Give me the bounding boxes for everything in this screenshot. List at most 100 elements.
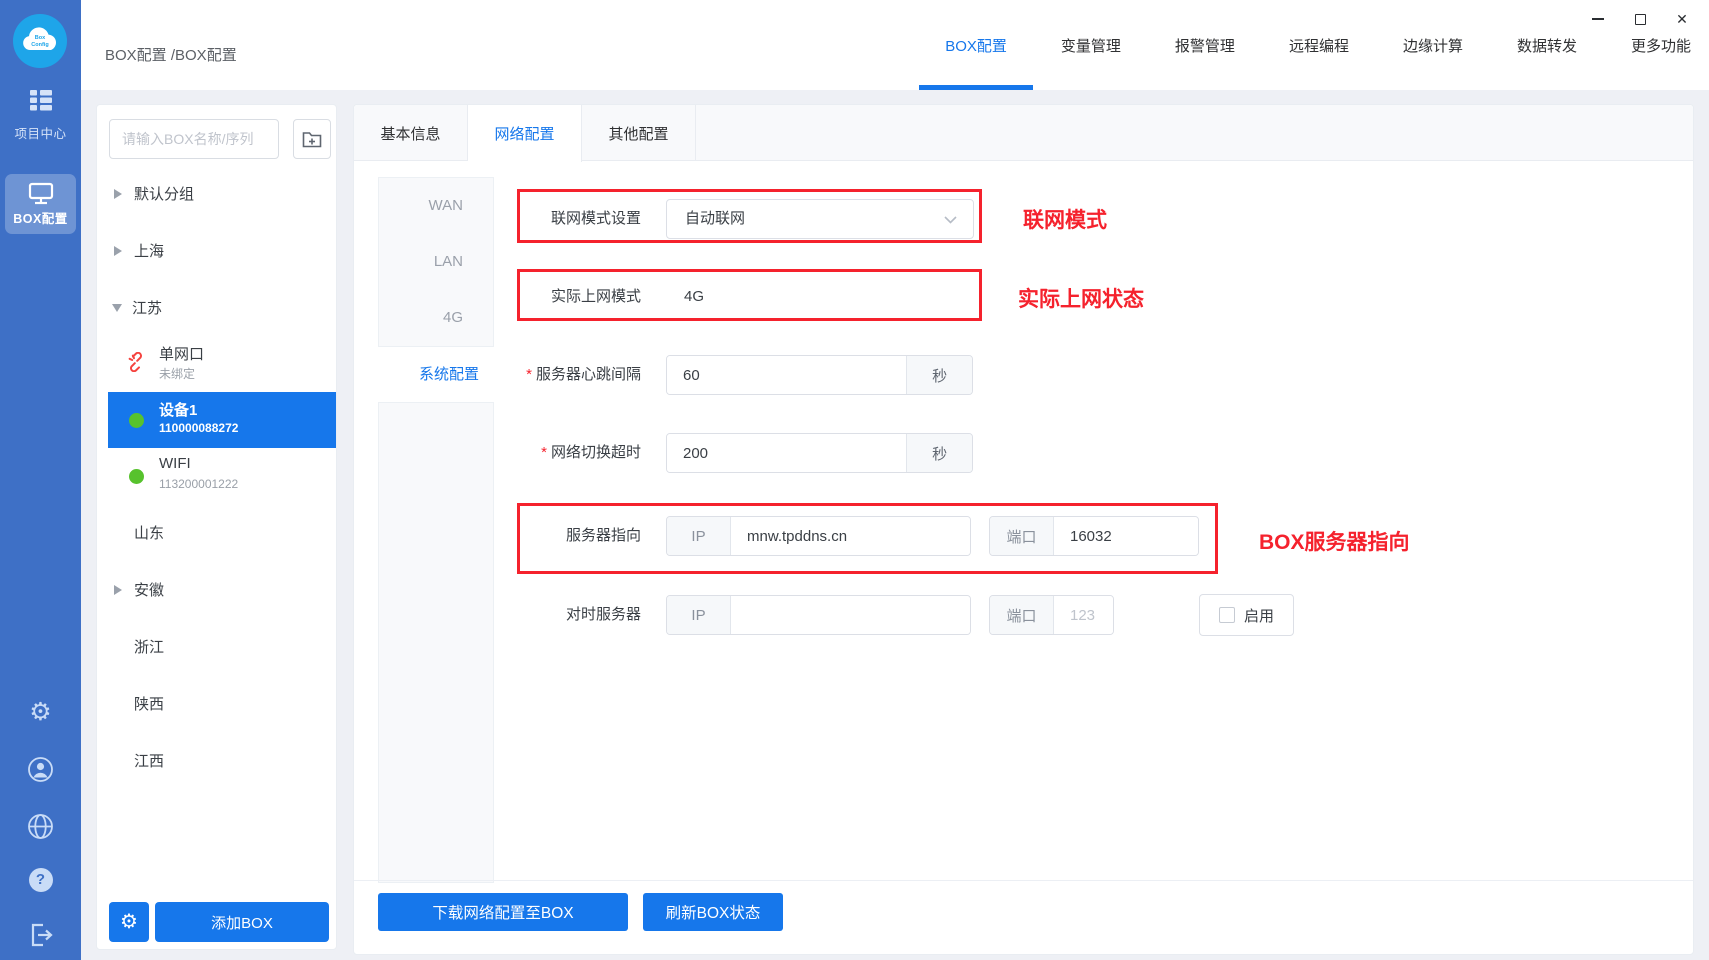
nav-tab-box-config[interactable]: BOX配置 xyxy=(919,0,1033,90)
switch-timeout-group: 秒 xyxy=(666,433,973,473)
help-button[interactable]: ? xyxy=(0,868,81,892)
globe-icon xyxy=(28,814,53,839)
tab-basic-info[interactable]: 基本信息 xyxy=(354,105,468,161)
logout-door-icon xyxy=(31,923,53,947)
nav-tab-more-features[interactable]: 更多功能 xyxy=(1631,0,1691,90)
device-tree: 默认分组 上海 江苏 单网口 未绑定 设备1 110000088272 WIFI… xyxy=(97,165,336,789)
heartbeat-unit: 秒 xyxy=(906,356,972,394)
project-grid-icon xyxy=(29,90,52,111)
device-panel: 默认分组 上海 江苏 单网口 xyxy=(96,104,337,950)
online-status-dot xyxy=(129,469,144,484)
tree-group-zhejiang[interactable]: 浙江 xyxy=(97,618,336,675)
required-mark: * xyxy=(541,444,547,461)
tree-device-device1[interactable]: 设备1 110000088272 xyxy=(108,392,336,448)
sidebar-item-label: 项目中心 xyxy=(14,127,67,141)
add-box-button[interactable]: 添加BOX xyxy=(155,902,329,942)
nav-tab-data-forwarding[interactable]: 数据转发 xyxy=(1517,0,1577,90)
nav-tab-alarm-mgmt[interactable]: 报警管理 xyxy=(1175,0,1235,90)
gear-wifi-icon: ⚙ xyxy=(29,698,52,726)
online-status-dot xyxy=(129,413,144,428)
device-status: 未绑定 xyxy=(159,367,196,381)
svg-text:Config: Config xyxy=(31,42,48,48)
tab-network-config[interactable]: 网络配置 xyxy=(468,105,582,162)
annotation-server-point: BOX服务器指向 xyxy=(1259,531,1410,554)
tree-group-shaanxi[interactable]: 陕西 xyxy=(97,675,336,732)
nav-tab-edge-computing[interactable]: 边缘计算 xyxy=(1403,0,1463,90)
caret-right-icon xyxy=(114,188,122,199)
refresh-status-button[interactable]: 刷新BOX状态 xyxy=(643,893,783,931)
tree-settings-button[interactable]: ⚙ xyxy=(109,902,149,942)
time-server-port-group: 端口 xyxy=(989,595,1114,635)
sidebar-item-project-center[interactable]: 项目中心 xyxy=(0,88,81,142)
tree-device-wifi[interactable]: WIFI 113200001222 xyxy=(108,448,336,504)
app-window: Box Config 项目中心 BOX配置 ⚙ ? BOX配置 /BOX配置 ✕… xyxy=(0,0,1709,960)
heartbeat-label: * 服务器心跳间隔 xyxy=(526,366,641,383)
add-group-button[interactable] xyxy=(293,119,331,159)
tree-group-jiangsu[interactable]: 江苏 xyxy=(97,279,336,336)
tree-group-shandong[interactable]: 山东 xyxy=(97,504,336,561)
user-icon xyxy=(28,757,53,782)
heartbeat-group: 秒 xyxy=(666,355,973,395)
net-mode-value: 自动联网 xyxy=(685,210,746,227)
time-server-host-group: IP xyxy=(666,595,971,635)
settings-wifi-button[interactable]: ⚙ xyxy=(0,700,81,725)
time-server-enable[interactable]: 启用 xyxy=(1199,594,1294,636)
chevron-down-icon xyxy=(944,216,957,224)
time-server-label: 对时服务器 xyxy=(565,606,641,623)
subnav-filler xyxy=(378,402,494,883)
caret-down-icon xyxy=(112,303,122,312)
tree-group-jiangxi[interactable]: 江西 xyxy=(97,732,336,789)
switch-timeout-unit: 秒 xyxy=(906,434,972,472)
svg-text:Box: Box xyxy=(35,35,46,41)
tree-group-anhui[interactable]: 安徽 xyxy=(97,561,336,618)
annotation-actual-status: 实际上网状态 xyxy=(1018,288,1144,311)
annotation-net-mode: 联网模式 xyxy=(1023,209,1107,232)
account-button[interactable] xyxy=(0,756,81,783)
monitor-icon xyxy=(28,182,53,204)
breadcrumb: BOX配置 /BOX配置 xyxy=(105,47,237,64)
enable-checkbox[interactable] xyxy=(1218,607,1235,623)
config-card: 基本信息 网络配置 其他配置 WAN LAN 4G 系统配置 联网模式设置 自动… xyxy=(353,104,1694,955)
ip-tag: IP xyxy=(667,517,731,555)
cloud-logo-icon: Box Config xyxy=(23,27,56,50)
tab-other-config[interactable]: 其他配置 xyxy=(582,105,696,161)
actual-mode-label: 实际上网模式 xyxy=(550,288,641,305)
device-name: 单网口 xyxy=(159,346,205,363)
port-tag: 端口 xyxy=(990,596,1054,634)
required-mark: * xyxy=(526,366,532,383)
server-point-host-input[interactable] xyxy=(731,517,970,555)
time-server-port-input[interactable] xyxy=(1054,596,1113,634)
logout-button[interactable] xyxy=(0,922,81,948)
device-serial: 110000088272 xyxy=(159,421,239,435)
switch-timeout-input[interactable] xyxy=(667,434,907,472)
device-name: WIFI xyxy=(159,455,191,472)
search-input[interactable] xyxy=(109,119,279,159)
heartbeat-input[interactable] xyxy=(667,356,907,394)
net-mode-select[interactable]: 自动联网 xyxy=(666,199,974,239)
header-bar: BOX配置 /BOX配置 ✕ BOX配置 变量管理 报警管理 远程编程 边缘计算… xyxy=(81,0,1709,90)
tree-group-default[interactable]: 默认分组 xyxy=(97,165,336,222)
caret-right-icon xyxy=(114,245,122,256)
language-button[interactable] xyxy=(0,813,81,840)
server-point-port-input[interactable] xyxy=(1054,517,1198,555)
port-tag: 端口 xyxy=(990,517,1054,555)
sidebar-item-box-config[interactable]: BOX配置 xyxy=(5,174,76,234)
server-point-port-group: 端口 xyxy=(989,516,1199,556)
ip-tag: IP xyxy=(667,596,731,634)
app-logo: Box Config xyxy=(13,14,67,68)
nav-tab-remote-programming[interactable]: 远程编程 xyxy=(1289,0,1349,90)
gear-icon: ⚙ xyxy=(120,911,138,933)
folder-plus-icon xyxy=(302,132,322,148)
download-config-button[interactable]: 下载网络配置至BOX xyxy=(378,893,628,931)
server-point-host-group: IP xyxy=(666,516,971,556)
caret-right-icon xyxy=(114,584,122,595)
device-name: 设备1 xyxy=(159,402,198,419)
time-server-host-input[interactable] xyxy=(731,596,970,634)
tree-device-single-port[interactable]: 单网口 未绑定 xyxy=(108,336,336,392)
device-serial: 113200001222 xyxy=(159,477,239,491)
sidebar-item-label: BOX配置 xyxy=(13,211,68,226)
nav-tab-variable-mgmt[interactable]: 变量管理 xyxy=(1061,0,1121,90)
tree-group-shanghai[interactable]: 上海 xyxy=(97,222,336,279)
top-nav: BOX配置 变量管理 报警管理 远程编程 边缘计算 数据转发 更多功能 xyxy=(919,0,1691,90)
broken-link-icon xyxy=(128,352,142,372)
